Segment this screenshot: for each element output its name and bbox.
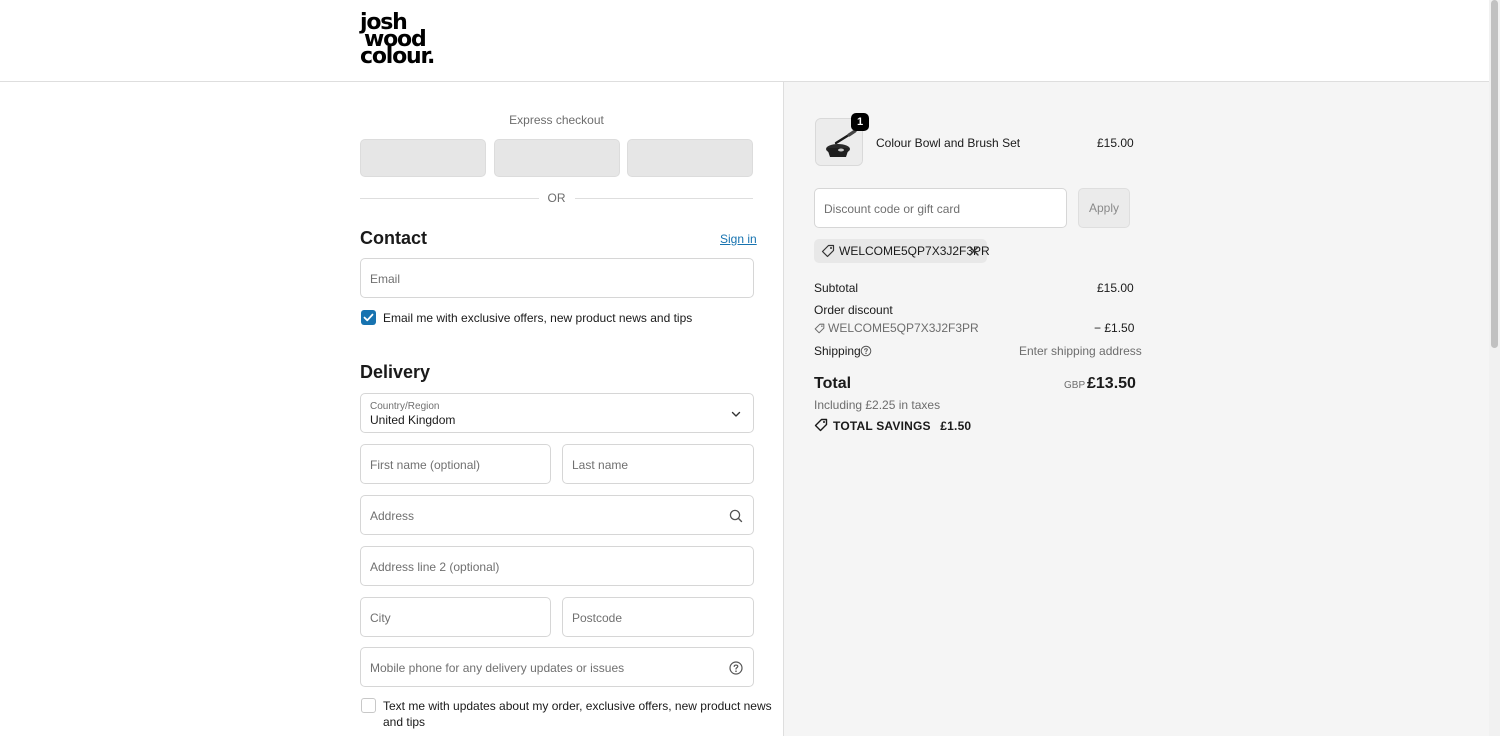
help-circle-icon[interactable] — [728, 660, 744, 676]
scrollbar[interactable] — [1489, 0, 1500, 736]
apply-discount-button[interactable]: Apply — [1078, 188, 1130, 228]
shipping-value: Enter shipping address — [1019, 344, 1142, 358]
scrollbar-thumb[interactable] — [1491, 0, 1498, 348]
search-icon[interactable] — [728, 508, 744, 524]
sms-marketing-label-line-1: Text me with updates about my order, exc… — [383, 699, 772, 713]
order-discount-label: Order discount — [814, 303, 893, 317]
order-discount-code: WELCOME5QP7X3J2F3PR — [828, 321, 979, 335]
address-line-2-placeholder: Address line 2 (optional) — [370, 560, 500, 574]
first-name-field[interactable]: First name (optional) — [360, 444, 551, 484]
total-savings: TOTAL SAVINGS £1.50 — [833, 419, 971, 433]
express-pay-button-1[interactable] — [360, 139, 486, 177]
discount-code-field[interactable]: Discount code or gift card — [814, 188, 1067, 228]
postcode-field[interactable]: Postcode — [562, 597, 754, 637]
total-currency: GBP — [1064, 380, 1086, 391]
sms-marketing-checkbox[interactable] — [361, 698, 376, 713]
taxes-note: Including £2.25 in taxes — [814, 398, 941, 412]
address-line-2-field[interactable]: Address line 2 (optional) — [360, 546, 754, 586]
sms-marketing-label-line-2: and tips — [383, 715, 426, 729]
chevron-down-icon — [731, 411, 741, 417]
phone-placeholder: Mobile phone for any delivery updates or… — [370, 661, 625, 675]
first-name-placeholder: First name (optional) — [370, 458, 481, 472]
shipping-label: Shipping — [814, 344, 861, 358]
delivery-title: Delivery — [360, 362, 431, 382]
quantity-badge: 1 — [851, 113, 869, 131]
check-icon — [363, 313, 374, 322]
country-value: United Kingdom — [370, 413, 456, 427]
total-value: £13.50 — [1087, 375, 1136, 392]
help-circle-icon[interactable] — [860, 345, 872, 357]
or-separator: OR — [360, 191, 753, 207]
express-pay-button-2[interactable] — [494, 139, 620, 177]
order-discount-value: − £1.50 — [1094, 321, 1135, 335]
tag-icon — [821, 244, 835, 258]
city-placeholder: City — [370, 611, 391, 625]
header: josh wood colour. — [0, 0, 1489, 82]
sign-in-link[interactable]: Sign in — [720, 232, 757, 246]
total-savings-value: £1.50 — [940, 419, 972, 433]
phone-field[interactable]: Mobile phone for any delivery updates or… — [360, 647, 754, 687]
country-select[interactable]: Country/Region United Kingdom — [360, 393, 754, 433]
savings-tag-icon — [814, 418, 828, 432]
total-label: Total — [814, 375, 852, 392]
email-field[interactable]: Email — [360, 258, 754, 298]
total-savings-label: TOTAL SAVINGS — [833, 419, 931, 433]
last-name-field[interactable]: Last name — [562, 444, 754, 484]
address-field[interactable]: Address — [360, 495, 754, 535]
country-label: Country/Region — [370, 401, 440, 412]
email-marketing-label: Email me with exclusive offers, new prod… — [383, 311, 693, 325]
product-name: Colour Bowl and Brush Set — [876, 136, 1021, 150]
brand-logo[interactable]: josh wood colour. — [360, 12, 440, 69]
last-name-placeholder: Last name — [572, 458, 629, 472]
postcode-placeholder: Postcode — [572, 611, 623, 625]
contact-title: Contact — [360, 228, 427, 248]
subtotal-value: £15.00 — [1097, 281, 1134, 295]
discount-code-placeholder: Discount code or gift card — [824, 202, 961, 216]
express-pay-button-3[interactable] — [627, 139, 753, 177]
tag-icon — [814, 323, 825, 334]
product-price: £15.00 — [1097, 136, 1134, 150]
express-checkout-title: Express checkout — [509, 113, 604, 127]
email-placeholder: Email — [370, 272, 401, 286]
close-icon[interactable] — [968, 245, 980, 257]
subtotal-label: Subtotal — [814, 281, 859, 295]
address-placeholder: Address — [370, 509, 415, 523]
city-field[interactable]: City — [360, 597, 551, 637]
logo-line-3: colour. — [360, 44, 435, 69]
applied-discount-chip: WELCOME5QP7X3J2F3PR — [814, 239, 990, 263]
or-label: OR — [547, 191, 566, 205]
email-marketing-checkbox[interactable] — [361, 310, 376, 325]
